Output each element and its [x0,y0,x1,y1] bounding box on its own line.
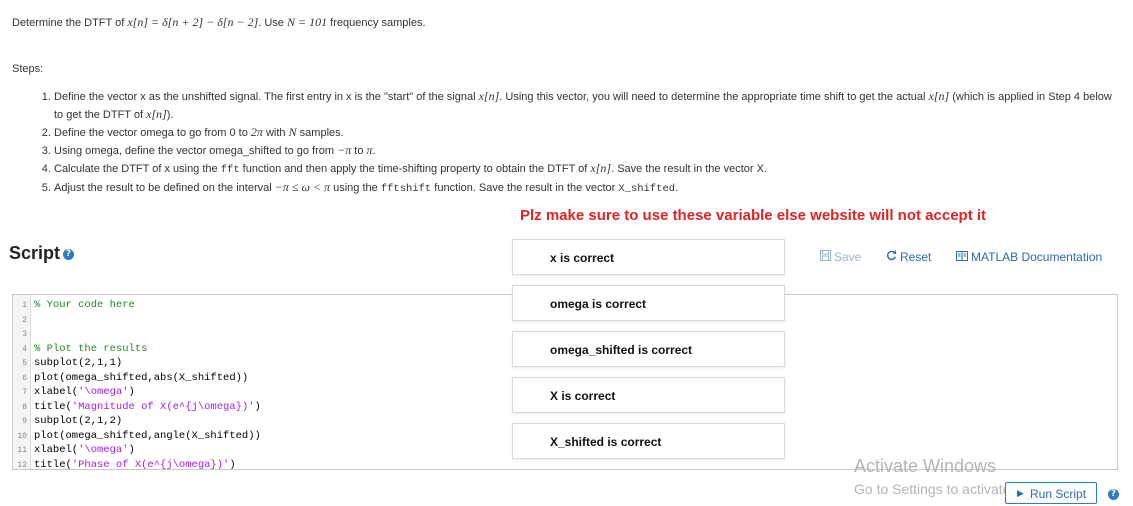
reset-icon [886,250,897,264]
step-2: Define the vector omega to go from 0 to … [54,124,1114,142]
line-number: 4 [22,344,27,354]
line-number: 3 [22,330,27,339]
code-line: xlabel('\omega') [34,444,135,456]
check-X: X is correct [512,377,785,413]
line-number: 8 [22,402,27,412]
play-icon: ▶ [1017,488,1024,498]
step-3: Using omega, define the vector omega_shi… [54,142,1114,160]
line-number-gutter: 1 2 3 4 5 6 7 8 9 10 11 12 [13,295,31,470]
warning-note: Plz make sure to use these variable else… [520,207,987,224]
line-number: 12 [17,460,27,470]
line-number: 2 [22,315,27,325]
code-line: plot(omega_shifted,angle(X_shifted)) [34,429,261,442]
signal-expression: x[n] = δ[n + 2] − δ[n − 2] [127,15,259,29]
code-line: title('Magnitude of X(e^{j\omega})') [34,400,261,413]
line-number: 10 [17,431,27,441]
reset-button[interactable]: Reset [886,250,931,264]
step-5: Adjust the result to be defined on the i… [54,179,1114,198]
code-line: title('Phase of X(e^{j\omega})') [34,458,236,471]
run-help-icon[interactable]: ? [1108,489,1119,500]
check-omega: omega is correct [512,285,785,321]
help-icon[interactable]: ? [63,249,75,260]
line-number: 11 [17,446,27,455]
code-line: % Plot the results [34,342,148,355]
step-4: Calculate the DTFT of x using the fft fu… [54,160,1114,179]
line-number: 7 [22,388,27,397]
check-X-shifted: X_shifted is correct [512,423,785,459]
activation-watermark-title: Activate Windows [854,456,997,476]
script-heading: Script? [9,243,75,264]
code-line: subplot(2,1,1) [34,357,123,369]
save-button[interactable]: Save [820,250,861,264]
steps-list: Define the vector x as the unshifted sig… [38,88,1114,198]
sample-count-expression: N = 101 [286,15,328,29]
line-number: 1 [22,301,27,310]
matlab-documentation-link[interactable]: MATLAB Documentation [956,250,1102,264]
problem-statement: Determine the DTFT of x[n] = δ[n + 2] − … [12,15,426,29]
line-number: 6 [22,373,27,383]
save-icon [820,250,831,264]
step-1: Define the vector x as the unshifted sig… [54,88,1114,124]
check-omega-shifted: omega_shifted is correct [512,331,785,367]
steps-heading: Steps: [12,63,44,75]
check-x: x is correct [512,239,785,275]
code-line: % Your code here [34,299,135,311]
line-number: 9 [22,417,27,426]
code-line: xlabel('\omega') [34,386,135,398]
script-title: Script [9,243,61,263]
line-number: 5 [22,359,27,368]
code-line: subplot(2,1,2) [34,415,123,427]
documentation-icon [956,250,968,264]
run-script-button[interactable]: ▶ Run Script [1005,482,1097,504]
code-line: plot(omega_shifted,abs(X_shifted)) [34,371,249,384]
